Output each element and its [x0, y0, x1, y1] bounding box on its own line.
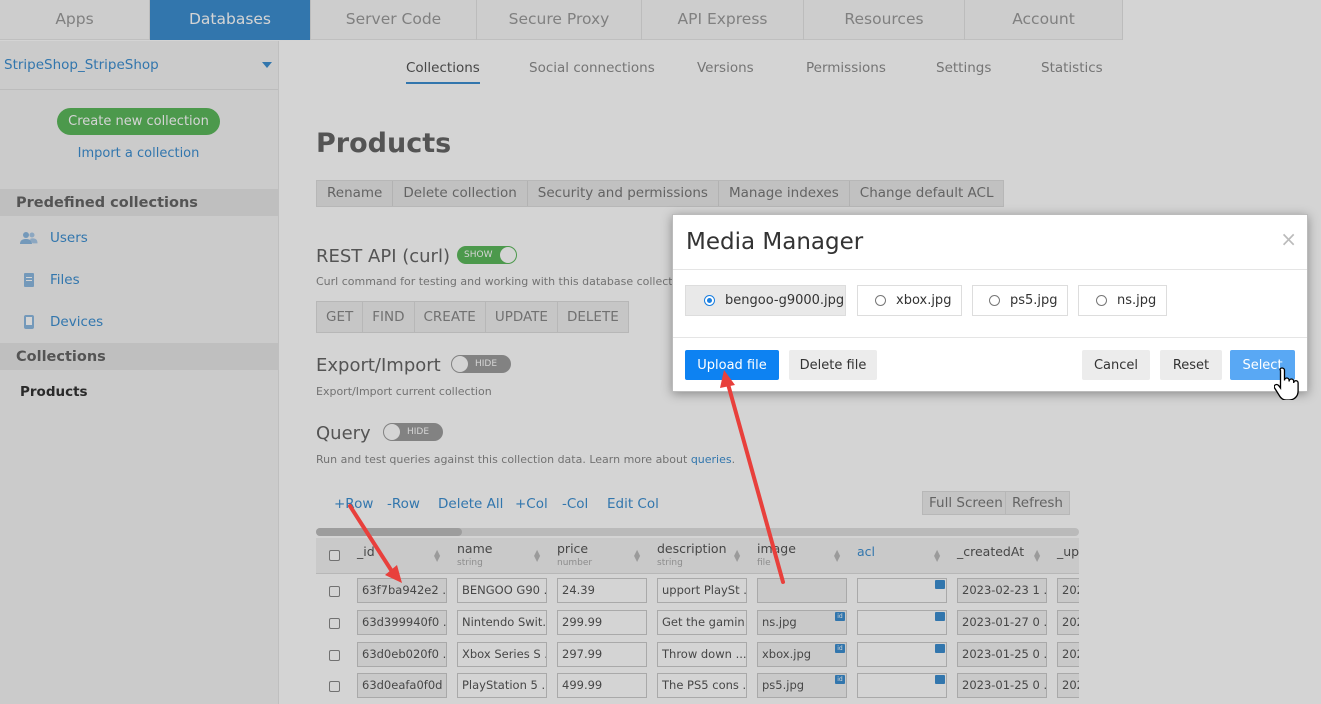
- upload-file-button[interactable]: Upload file: [685, 350, 779, 380]
- media-manager-dialog: Media Manager × bengoo-g9000.jpg xbox.jp…: [672, 214, 1308, 392]
- file-option-bengoo[interactable]: bengoo-g9000.jpg: [685, 285, 846, 316]
- dialog-title: Media Manager: [686, 229, 864, 255]
- file-option-ns[interactable]: ns.jpg: [1078, 285, 1167, 316]
- file-name: xbox.jpg: [896, 293, 952, 308]
- delete-file-button[interactable]: Delete file: [789, 350, 877, 380]
- cancel-button[interactable]: Cancel: [1082, 350, 1150, 380]
- file-option-xbox[interactable]: xbox.jpg: [857, 285, 962, 316]
- radio-icon[interactable]: [989, 295, 1000, 306]
- radio-icon[interactable]: [1096, 295, 1107, 306]
- file-name: bengoo-g9000.jpg: [725, 293, 845, 308]
- file-list: bengoo-g9000.jpg xbox.jpg ps5.jpg ns.jpg: [673, 269, 1307, 338]
- hand-cursor-icon: [1274, 367, 1299, 400]
- file-name: ns.jpg: [1117, 293, 1157, 308]
- file-option-ps5[interactable]: ps5.jpg: [972, 285, 1068, 316]
- file-name: ps5.jpg: [1010, 293, 1058, 308]
- radio-icon[interactable]: [875, 295, 886, 306]
- radio-selected-icon[interactable]: [704, 295, 715, 306]
- close-icon[interactable]: ×: [1280, 227, 1297, 251]
- reset-button[interactable]: Reset: [1160, 350, 1222, 380]
